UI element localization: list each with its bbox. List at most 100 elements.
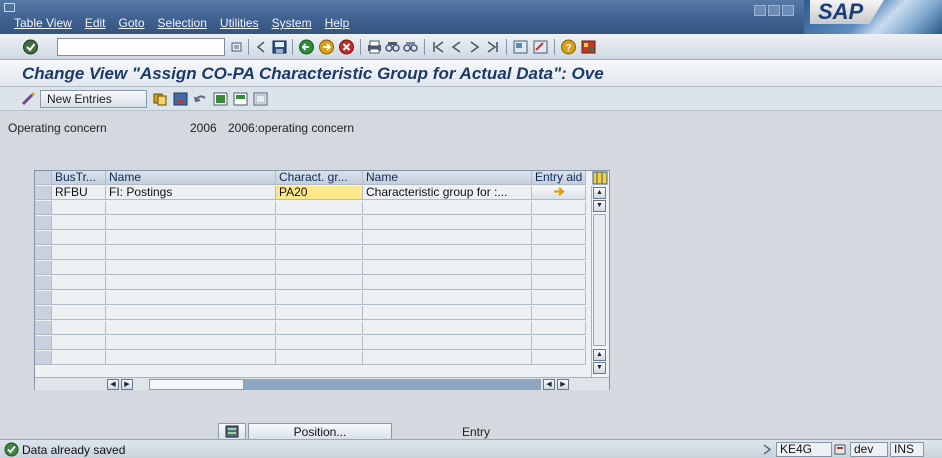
table-settings-icon[interactable] [592, 171, 608, 185]
undo-change-icon[interactable] [192, 91, 209, 107]
save-icon[interactable] [271, 39, 288, 55]
empty-cell [52, 261, 106, 275]
cell-charact-group-input[interactable]: PA20 [276, 186, 363, 200]
row-selector[interactable] [35, 276, 52, 290]
expand-status-icon[interactable] [762, 444, 772, 455]
copy-as-icon[interactable] [152, 91, 169, 107]
empty-cell [276, 216, 363, 230]
empty-cell [532, 336, 586, 350]
minimize-button[interactable] [754, 5, 766, 16]
close-button[interactable] [782, 5, 794, 16]
horizontal-scrollbar[interactable]: ◀ ▶ ◀ ▶ [35, 377, 609, 390]
menu-selection[interactable]: Selection [158, 16, 207, 30]
column-header-bustr[interactable]: BusTr... [52, 171, 106, 185]
row-selector[interactable] [35, 351, 52, 365]
menu-system[interactable]: System [272, 16, 312, 30]
scroll-up-button[interactable]: ▲ [593, 187, 606, 199]
exit-icon[interactable] [318, 39, 335, 55]
menu-goto[interactable]: Goto [119, 16, 145, 30]
entry-aid-button[interactable] [532, 186, 586, 200]
table-row[interactable] [35, 291, 586, 305]
empty-cell [106, 291, 276, 305]
next-page-icon[interactable] [466, 39, 483, 55]
scroll-left-button[interactable]: ◀ [107, 379, 119, 390]
cell-bustr: RFBU [52, 186, 106, 200]
select-block-icon[interactable] [232, 91, 249, 107]
find-next-icon[interactable] [402, 39, 419, 55]
table-row[interactable] [35, 261, 586, 275]
collapse-arrow-icon[interactable] [253, 39, 270, 55]
select-all-rows[interactable] [35, 171, 52, 185]
scroll-down-button[interactable]: ▼ [593, 200, 606, 212]
empty-cell [532, 306, 586, 320]
row-selector[interactable] [35, 246, 52, 260]
enter-check-icon[interactable] [22, 39, 39, 55]
system-menu-icon[interactable] [4, 3, 15, 12]
row-selector[interactable] [35, 216, 52, 230]
server-icon[interactable] [834, 444, 846, 455]
table-row[interactable] [35, 231, 586, 245]
help-icon[interactable]: ? [560, 39, 577, 55]
vertical-scrollbar[interactable]: ▲ ▼ ▲ ▼ [591, 186, 607, 377]
menu-edit[interactable]: Edit [85, 16, 106, 30]
empty-cell [106, 336, 276, 350]
scroll-left-right-section-button[interactable]: ◀ [543, 379, 555, 390]
column-header-name[interactable]: Name [106, 171, 276, 185]
table-row[interactable] [35, 306, 586, 320]
table-row[interactable]: RFBU FI: Postings PA20 Characteristic gr… [35, 186, 586, 200]
column-header-char-name[interactable]: Name [363, 171, 532, 185]
column-header-charact-group[interactable]: Charact. gr... [276, 171, 363, 185]
scroll-right-right-section-button[interactable]: ▶ [557, 379, 569, 390]
input-mode[interactable]: INS [890, 442, 924, 457]
menu-table-view[interactable]: Table View [14, 16, 72, 30]
last-page-icon[interactable] [484, 39, 501, 55]
application-toolbar: New Entries [0, 87, 942, 111]
find-icon[interactable] [384, 39, 401, 55]
scroll-right-button[interactable]: ▶ [121, 379, 133, 390]
maximize-button[interactable] [768, 5, 780, 16]
command-field[interactable] [57, 38, 225, 56]
row-selector[interactable] [35, 231, 52, 245]
table-row[interactable] [35, 201, 586, 215]
row-selector[interactable] [35, 186, 52, 200]
operating-concern-value: 2006 [190, 121, 217, 135]
shortcut-icon[interactable] [532, 39, 549, 55]
row-selector[interactable] [35, 261, 52, 275]
table-row[interactable] [35, 336, 586, 350]
deselect-all-icon[interactable] [252, 91, 269, 107]
delete-icon[interactable] [172, 91, 189, 107]
previous-page-icon[interactable] [448, 39, 465, 55]
vertical-scroll-track[interactable] [593, 214, 606, 346]
table-row[interactable] [35, 276, 586, 290]
display-change-icon[interactable] [20, 91, 37, 107]
row-selector[interactable] [35, 291, 52, 305]
empty-cell [363, 201, 532, 215]
table-row[interactable] [35, 321, 586, 335]
horizontal-scroll-thumb[interactable] [149, 379, 244, 390]
layout-menu-icon[interactable] [580, 39, 597, 55]
page-down-button[interactable]: ▼ [593, 362, 606, 374]
table-row[interactable] [35, 351, 586, 365]
back-icon[interactable] [298, 39, 315, 55]
select-all-icon[interactable] [212, 91, 229, 107]
print-icon[interactable] [366, 39, 383, 55]
empty-cell [363, 351, 532, 365]
new-entries-button[interactable]: New Entries [40, 90, 147, 108]
row-selector[interactable] [35, 306, 52, 320]
system-name: dev [850, 442, 888, 457]
row-selector[interactable] [35, 321, 52, 335]
cancel-icon[interactable] [338, 39, 355, 55]
row-selector[interactable] [35, 201, 52, 215]
menu-utilities[interactable]: Utilities [220, 16, 259, 30]
table-row[interactable] [35, 216, 586, 230]
row-selector[interactable] [35, 336, 52, 350]
menu-help[interactable]: Help [325, 16, 350, 30]
command-history-icon[interactable] [228, 39, 245, 55]
sap-logo: SAP [804, 0, 942, 34]
page-up-button[interactable]: ▲ [593, 349, 606, 361]
table-row[interactable] [35, 246, 586, 260]
empty-cell [52, 336, 106, 350]
create-session-icon[interactable] [512, 39, 529, 55]
column-header-entry-aid[interactable]: Entry aid [532, 171, 586, 185]
first-page-icon[interactable] [430, 39, 447, 55]
